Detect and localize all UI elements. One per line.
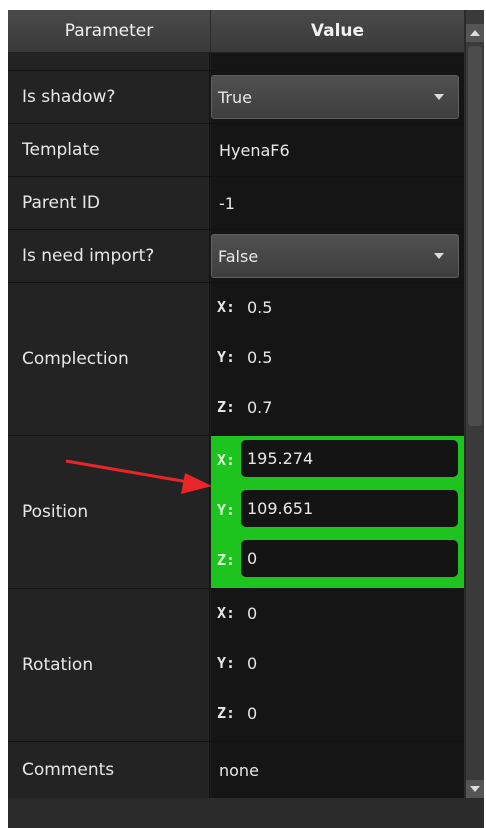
position-vector-editor: X: 195.274 Y: 109.651 Z: 0 (211, 436, 464, 588)
position-z: Z: 0 (211, 536, 464, 585)
x-axis-label: X: (216, 604, 236, 622)
is-need-import-value: False (218, 246, 259, 266)
scroll-down-arrow-icon[interactable] (466, 780, 484, 798)
rotation-z: Z: 0 (211, 689, 464, 738)
is-need-import-label: Is need import? (8, 230, 210, 282)
template-value[interactable]: HyenaF6 (211, 124, 464, 176)
table-header: Parameter Value (8, 10, 464, 53)
complection-vector-editor: X: 0.5 Y: 0.5 Z: 0.7 (211, 283, 464, 435)
position-y: Y: 109.651 (211, 486, 464, 535)
is-shadow-dropdown[interactable]: True (211, 75, 459, 119)
y-axis-label: Y: (216, 501, 236, 519)
complection-z: Z: 0.7 (211, 383, 464, 432)
comments-value[interactable]: none (211, 742, 464, 798)
table-row-is-need-import: Is need import? False (8, 230, 464, 283)
position-y-field[interactable]: 109.651 (241, 490, 458, 527)
position-z-field[interactable]: 0 (241, 540, 458, 577)
is-need-import-dropdown[interactable]: False (211, 234, 459, 278)
chevron-down-icon[interactable] (434, 94, 444, 100)
value-cell (211, 53, 464, 70)
complection-x-field[interactable]: 0.5 (241, 289, 458, 326)
is-shadow-label: Is shadow? (8, 71, 210, 123)
parameter-cell (8, 53, 210, 70)
parameter-column-header[interactable]: Parameter (8, 10, 211, 52)
table-row-template: Template HyenaF6 (8, 124, 464, 177)
parent-id-label: Parent ID (8, 177, 210, 229)
is-shadow-value: True (218, 87, 252, 107)
table-row-comments: Comments none (8, 742, 464, 798)
table-row-is-shadow: Is shadow? True (8, 71, 464, 124)
y-axis-label: Y: (216, 348, 236, 366)
template-label: Template (8, 124, 210, 176)
property-panel: Parameter Value Is shadow? True Template… (8, 10, 484, 828)
table-row-complection: Complection X: 0.5 Y: 0.5 Z: 0.7 (8, 283, 464, 436)
parent-id-value[interactable]: -1 (211, 177, 464, 229)
chevron-down-icon[interactable] (434, 253, 444, 259)
rotation-y-field[interactable]: 0 (241, 645, 458, 682)
rotation-x: X: 0 (211, 589, 464, 638)
position-label: Position (8, 436, 210, 588)
rotation-label: Rotation (8, 589, 210, 741)
y-axis-label: Y: (216, 654, 236, 672)
z-axis-label: Z: (216, 551, 236, 569)
z-axis-label: Z: (216, 398, 236, 416)
table-row-rotation: Rotation X: 0 Y: 0 Z: 0 (8, 589, 464, 742)
comments-label: Comments (8, 742, 210, 798)
complection-y-field[interactable]: 0.5 (241, 339, 458, 376)
value-column-header[interactable]: Value (211, 10, 464, 52)
scroll-up-arrow-icon[interactable] (466, 24, 484, 42)
complection-y: Y: 0.5 (211, 333, 464, 382)
vertical-scrollbar[interactable] (466, 10, 484, 798)
property-table: Parameter Value Is shadow? True Template… (8, 10, 464, 798)
table-row-position: Position X: 195.274 Y: 109.651 Z: 0 (8, 436, 464, 589)
rotation-y: Y: 0 (211, 639, 464, 688)
rotation-x-field[interactable]: 0 (241, 595, 458, 632)
table-row-partial (8, 53, 464, 71)
position-x: X: 195.274 (211, 436, 464, 485)
table-row-parent-id: Parent ID -1 (8, 177, 464, 230)
rotation-vector-editor: X: 0 Y: 0 Z: 0 (211, 589, 464, 741)
complection-label: Complection (8, 283, 210, 435)
x-axis-label: X: (216, 451, 236, 469)
complection-x: X: 0.5 (211, 283, 464, 332)
z-axis-label: Z: (216, 704, 236, 722)
complection-z-field[interactable]: 0.7 (241, 389, 458, 426)
position-x-field[interactable]: 195.274 (241, 440, 458, 477)
scrollbar-thumb[interactable] (468, 46, 482, 426)
rotation-z-field[interactable]: 0 (241, 695, 458, 732)
x-axis-label: X: (216, 298, 236, 316)
